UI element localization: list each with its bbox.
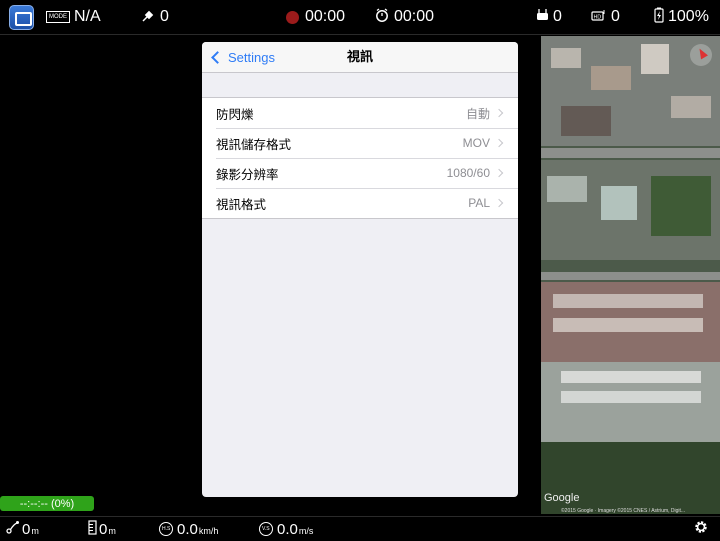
compass-icon	[690, 44, 712, 66]
chevron-right-icon	[494, 168, 504, 178]
record-status: 00:00	[286, 0, 345, 34]
setting-value: 自動	[465, 106, 490, 121]
vertical-speed-icon: V.S	[259, 522, 273, 536]
setting-anti-flicker[interactable]: 防閃爍 自動	[202, 98, 518, 128]
vertical-speed-value: 0.0	[277, 520, 298, 538]
remote-controller-icon	[536, 8, 549, 26]
remaining-flight-time-bar: --:--:-- (0%)	[0, 496, 94, 511]
hd-video-icon: HD	[591, 8, 607, 26]
setting-video-standard[interactable]: 視訊格式 PAL	[202, 188, 518, 218]
setting-label: 視訊儲存格式	[216, 137, 292, 152]
app-home-icon[interactable]	[9, 5, 34, 30]
setting-label: 錄影分辨率	[216, 167, 279, 182]
setting-label: 視訊格式	[216, 197, 267, 212]
google-logo: Google	[544, 492, 580, 504]
timer-icon	[375, 7, 389, 27]
hd-signal-value: 0	[611, 8, 620, 25]
setting-value: 1080/60	[446, 166, 490, 180]
vertical-speed-readout: V.S 0.0 m/s	[259, 517, 313, 541]
battery-status: 100%	[654, 0, 709, 34]
navigation-bar: Settings 視訊	[202, 42, 518, 73]
setting-value: PAL	[468, 196, 490, 210]
distance-unit: m	[31, 526, 39, 536]
record-icon	[286, 10, 299, 24]
distance-readout: 0 m	[6, 517, 39, 541]
controller-signal-value: 0	[553, 8, 562, 25]
horizontal-speed-icon: H.S	[159, 522, 173, 536]
setting-video-resolution[interactable]: 錄影分辨率 1080/60	[202, 158, 518, 188]
distance-value: 0	[22, 520, 31, 538]
chevron-right-icon	[494, 198, 504, 208]
satellite-icon	[142, 8, 156, 27]
mini-map[interactable]: Google ©2015 Google · Imagery ©2015 CNES…	[541, 36, 720, 514]
bottom-telemetry-bar: 0 m 0 m H.S 0.0 km/h V.S 0.0 m/s	[0, 516, 720, 541]
mode-badge: MODE	[46, 11, 70, 23]
top-status-bar: MODE N/A 0 00:00 00:00 0 HD 0 100%	[0, 0, 720, 35]
map-copyright: ©2015 Google · Imagery ©2015 CNES / Astr…	[561, 508, 686, 514]
gps-status: 0	[142, 0, 169, 34]
satellite-count: 0	[160, 8, 169, 25]
setting-value: MOV	[462, 136, 490, 150]
setting-label: 防閃爍	[216, 107, 254, 122]
flight-mode: MODE N/A	[46, 0, 101, 34]
page-title: 視訊	[346, 49, 373, 64]
height-readout: 0 m	[88, 517, 116, 541]
chevron-right-icon	[494, 138, 504, 148]
settings-gear-button[interactable]	[693, 517, 709, 541]
vs-badge: V.S	[262, 526, 270, 532]
horizontal-speed-readout: H.S 0.0 km/h	[159, 517, 218, 541]
vertical-speed-unit: m/s	[298, 526, 314, 536]
horizontal-speed-value: 0.0	[177, 520, 198, 538]
remote-controller-signal: 0	[536, 0, 562, 34]
battery-icon	[654, 7, 664, 28]
height-value: 0	[99, 520, 108, 538]
distance-icon	[6, 520, 20, 538]
video-settings-panel: Settings 視訊 防閃爍 自動 視訊儲存格式 MOV 錄影分辨率 1080…	[202, 42, 518, 497]
flight-timer: 00:00	[375, 0, 434, 34]
record-time: 00:00	[305, 8, 346, 25]
hs-badge: H.S	[162, 526, 171, 532]
setting-video-file-format[interactable]: 視訊儲存格式 MOV	[202, 128, 518, 158]
gear-icon	[693, 519, 709, 539]
mode-value: N/A	[74, 8, 101, 25]
height-unit: m	[108, 526, 116, 536]
svg-text:HD: HD	[594, 15, 602, 21]
settings-list: 防閃爍 自動 視訊儲存格式 MOV 錄影分辨率 1080/60 視訊格式 PAL	[202, 97, 518, 219]
battery-value: 100%	[668, 8, 709, 25]
chevron-right-icon	[494, 108, 504, 118]
timer-value: 00:00	[394, 8, 435, 25]
horizontal-speed-unit: km/h	[198, 526, 219, 536]
hd-signal: HD 0	[591, 0, 620, 34]
height-icon	[88, 519, 97, 539]
